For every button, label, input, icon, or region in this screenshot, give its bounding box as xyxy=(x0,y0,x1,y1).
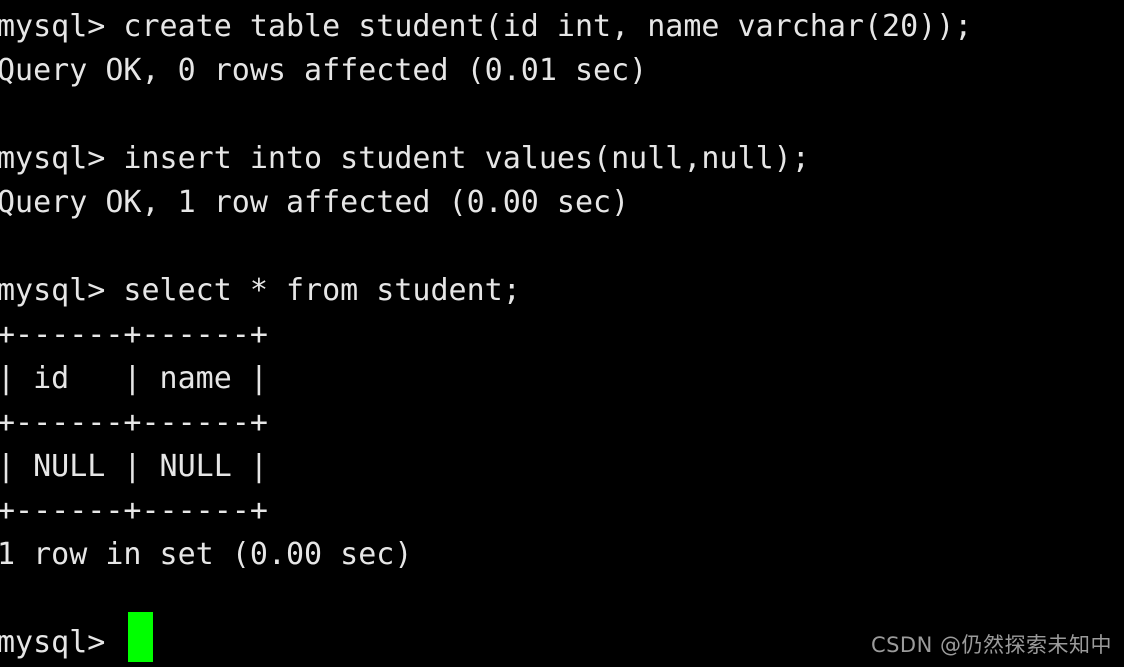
terminal-line-select-result: 1 row in set (0.00 sec) xyxy=(0,537,413,572)
terminal-line-blank-2 xyxy=(0,225,1124,269)
result-table-border-bottom: +------+------+ xyxy=(0,493,268,528)
terminal-console-output[interactable]: mysql> create table student(id int, name… xyxy=(0,5,1124,665)
terminal-line-select-command: mysql> select * from student; xyxy=(0,273,521,308)
terminal-line-create-table-command: mysql> create table student(id int, name… xyxy=(0,9,973,44)
csdn-watermark: CSDN @仍然探索未知中 xyxy=(870,633,1112,657)
result-table-border-top: +------+------+ xyxy=(0,317,268,352)
terminal-line-blank-3 xyxy=(0,577,1124,621)
result-table-border-middle: +------+------+ xyxy=(0,405,268,440)
terminal-line-create-table-result: Query OK, 0 rows affected (0.01 sec) xyxy=(0,53,648,88)
result-table-data-row: | NULL | NULL | xyxy=(0,449,268,484)
terminal-cursor xyxy=(128,612,153,662)
terminal-line-insert-command: mysql> insert into student values(null,n… xyxy=(0,141,810,176)
result-table-header-row: | id | name | xyxy=(0,361,268,396)
terminal-line-blank-1 xyxy=(0,93,1124,137)
terminal-line-insert-result: Query OK, 1 row affected (0.00 sec) xyxy=(0,185,630,220)
terminal-window[interactable]: mysql> create table student(id int, name… xyxy=(0,0,1124,667)
